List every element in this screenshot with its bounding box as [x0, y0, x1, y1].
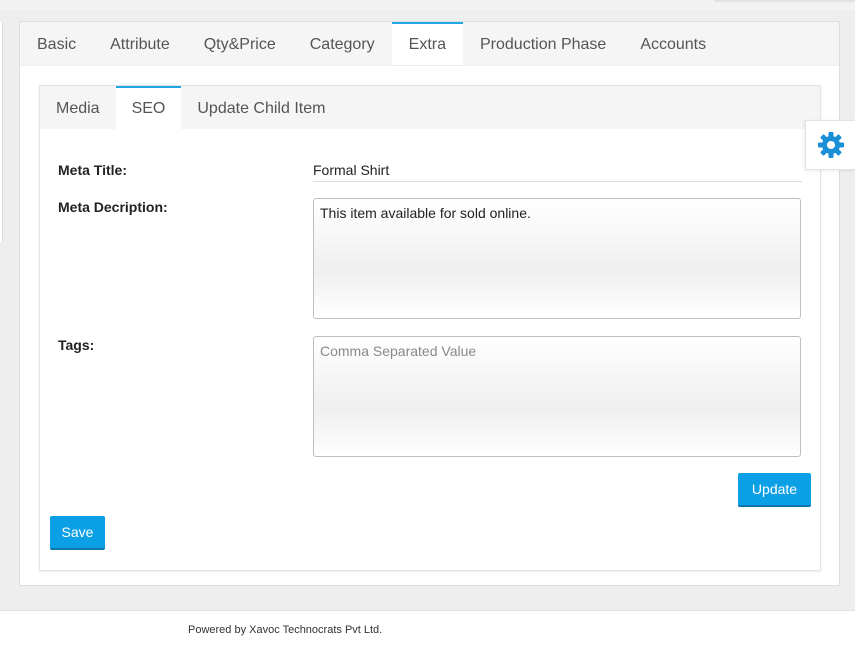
- tab-category[interactable]: Category: [293, 22, 392, 65]
- meta-title-label: Meta Title:: [58, 162, 127, 178]
- item-editor-card: Basic Attribute Qty&Price Category Extra…: [19, 21, 840, 586]
- top-strip: [0, 0, 855, 10]
- save-button[interactable]: Save: [50, 516, 105, 550]
- tab-update-child-item[interactable]: Update Child Item: [181, 86, 341, 129]
- update-button[interactable]: Update: [738, 473, 811, 507]
- tab-attribute[interactable]: Attribute: [93, 22, 187, 65]
- inner-tab-bar: Media SEO Update Child Item: [40, 86, 820, 129]
- tab-production-phase[interactable]: Production Phase: [463, 22, 623, 65]
- meta-title-input[interactable]: [313, 158, 802, 182]
- settings-toggle[interactable]: [805, 120, 855, 170]
- tags-textarea[interactable]: [313, 336, 801, 457]
- tab-accounts[interactable]: Accounts: [623, 22, 723, 65]
- tab-basic[interactable]: Basic: [20, 22, 93, 65]
- footer: Powered by Xavoc Technocrats Pvt Ltd.: [0, 610, 855, 648]
- gear-icon: [817, 132, 844, 158]
- tab-seo[interactable]: SEO: [115, 86, 182, 129]
- tab-qty-price[interactable]: Qty&Price: [187, 22, 293, 65]
- left-panel-edge: [0, 22, 3, 242]
- footer-credit: Powered by Xavoc Technocrats Pvt Ltd.: [188, 624, 383, 636]
- outer-tab-bar: Basic Attribute Qty&Price Category Extra…: [20, 22, 839, 66]
- meta-description-textarea[interactable]: This item available for sold online.: [313, 198, 801, 319]
- tab-extra[interactable]: Extra: [391, 22, 463, 65]
- tab-media[interactable]: Media: [40, 86, 116, 129]
- tags-label: Tags:: [58, 337, 95, 353]
- meta-description-label: Meta Decription:: [58, 199, 168, 215]
- seo-panel: Media SEO Update Child Item Meta Title: …: [39, 85, 821, 571]
